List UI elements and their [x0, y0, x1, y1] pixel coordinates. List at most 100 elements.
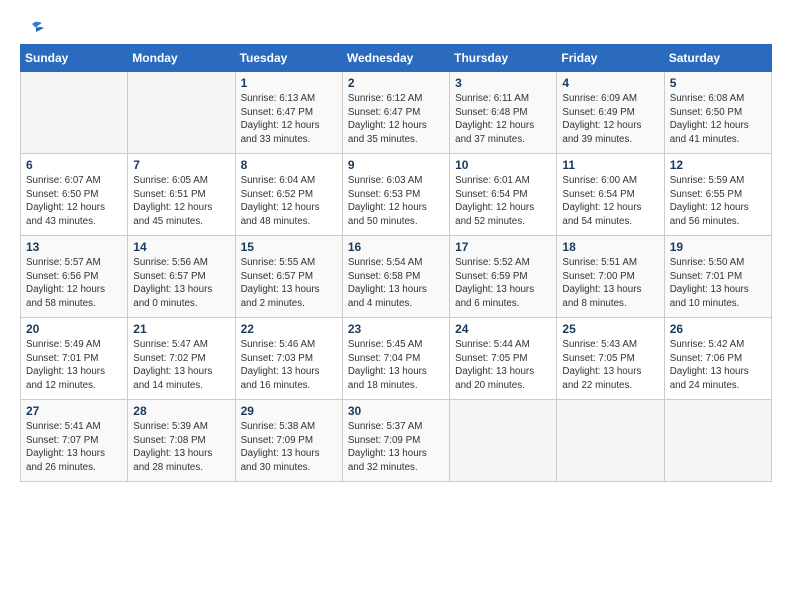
- day-info: Sunrise: 5:46 AMSunset: 7:03 PMDaylight:…: [241, 338, 337, 393]
- day-info: Sunrise: 6:09 AMSunset: 6:49 PMDaylight:…: [562, 92, 658, 147]
- calendar-cell: 27 Sunrise: 5:41 AMSunset: 7:07 PMDayligh…: [21, 400, 128, 482]
- day-info: Sunrise: 5:38 AMSunset: 7:09 PMDaylight:…: [241, 420, 337, 475]
- day-number: 8: [241, 158, 337, 172]
- calendar-cell: 2 Sunrise: 6:12 AMSunset: 6:47 PMDaylight…: [342, 72, 449, 154]
- day-number: 22: [241, 322, 337, 336]
- day-info: Sunrise: 5:43 AMSunset: 7:05 PMDaylight:…: [562, 338, 658, 393]
- calendar-cell: 15Sunrise: 5:55 AMSunset: 6:57 PMDayligh…: [235, 236, 342, 318]
- day-number: 6: [26, 158, 122, 172]
- calendar-week-5: 27 Sunrise: 5:41 AMSunset: 7:07 PMDayligh…: [21, 400, 772, 482]
- calendar-week-2: 6 Sunrise: 6:07 AMSunset: 6:50 PMDaylight…: [21, 154, 772, 236]
- calendar-cell: 19 Sunrise: 5:50 AMSunset: 7:01 PMDayligh…: [664, 236, 771, 318]
- calendar-cell: 28Sunrise: 5:39 AMSunset: 7:08 PMDayligh…: [128, 400, 235, 482]
- day-info: Sunrise: 6:00 AMSunset: 6:54 PMDaylight:…: [562, 174, 658, 229]
- day-info: Sunrise: 5:52 AMSunset: 6:59 PMDaylight:…: [455, 256, 551, 311]
- day-number: 28: [133, 404, 229, 418]
- day-number: 14: [133, 240, 229, 254]
- day-number: 12: [670, 158, 766, 172]
- day-info: Sunrise: 6:07 AMSunset: 6:50 PMDaylight:…: [26, 174, 122, 229]
- weekday-wednesday: Wednesday: [342, 45, 449, 72]
- calendar-cell: 16Sunrise: 5:54 AMSunset: 6:58 PMDayligh…: [342, 236, 449, 318]
- calendar-cell: 8Sunrise: 6:04 AMSunset: 6:52 PMDaylight…: [235, 154, 342, 236]
- weekday-friday: Friday: [557, 45, 664, 72]
- calendar-cell: 6 Sunrise: 6:07 AMSunset: 6:50 PMDaylight…: [21, 154, 128, 236]
- calendar-cell: 26 Sunrise: 5:42 AMSunset: 7:06 PMDayligh…: [664, 318, 771, 400]
- calendar-cell: 18 Sunrise: 5:51 AMSunset: 7:00 PMDayligh…: [557, 236, 664, 318]
- weekday-header-row: SundayMondayTuesdayWednesdayThursdayFrid…: [21, 45, 772, 72]
- day-number: 11: [562, 158, 658, 172]
- calendar-cell: 17 Sunrise: 5:52 AMSunset: 6:59 PMDayligh…: [450, 236, 557, 318]
- calendar-cell: 10 Sunrise: 6:01 AMSunset: 6:54 PMDayligh…: [450, 154, 557, 236]
- day-info: Sunrise: 5:56 AMSunset: 6:57 PMDaylight:…: [133, 256, 229, 311]
- day-number: 15: [241, 240, 337, 254]
- day-number: 29: [241, 404, 337, 418]
- calendar-week-3: 13Sunrise: 5:57 AMSunset: 6:56 PMDayligh…: [21, 236, 772, 318]
- calendar-cell: 12Sunrise: 5:59 AMSunset: 6:55 PMDayligh…: [664, 154, 771, 236]
- day-number: 25: [562, 322, 658, 336]
- calendar-cell: 22 Sunrise: 5:46 AMSunset: 7:03 PMDayligh…: [235, 318, 342, 400]
- day-number: 20: [26, 322, 122, 336]
- day-info: Sunrise: 5:57 AMSunset: 6:56 PMDaylight:…: [26, 256, 122, 311]
- calendar-table: SundayMondayTuesdayWednesdayThursdayFrid…: [20, 44, 772, 482]
- calendar-cell: 23 Sunrise: 5:45 AMSunset: 7:04 PMDayligh…: [342, 318, 449, 400]
- day-number: 9: [348, 158, 444, 172]
- weekday-sunday: Sunday: [21, 45, 128, 72]
- calendar-week-1: 1 Sunrise: 6:13 AMSunset: 6:47 PMDaylight…: [21, 72, 772, 154]
- day-info: Sunrise: 5:41 AMSunset: 7:07 PMDaylight:…: [26, 420, 122, 475]
- weekday-thursday: Thursday: [450, 45, 557, 72]
- day-info: Sunrise: 6:05 AMSunset: 6:51 PMDaylight:…: [133, 174, 229, 229]
- calendar-cell: [21, 72, 128, 154]
- day-info: Sunrise: 6:08 AMSunset: 6:50 PMDaylight:…: [670, 92, 766, 147]
- day-number: 1: [241, 76, 337, 90]
- day-number: 17: [455, 240, 551, 254]
- calendar-cell: 13Sunrise: 5:57 AMSunset: 6:56 PMDayligh…: [21, 236, 128, 318]
- calendar-cell: 11 Sunrise: 6:00 AMSunset: 6:54 PMDayligh…: [557, 154, 664, 236]
- day-number: 2: [348, 76, 444, 90]
- day-number: 4: [562, 76, 658, 90]
- day-number: 10: [455, 158, 551, 172]
- day-number: 27: [26, 404, 122, 418]
- day-number: 19: [670, 240, 766, 254]
- day-info: Sunrise: 6:12 AMSunset: 6:47 PMDaylight:…: [348, 92, 444, 147]
- calendar-cell: 29 Sunrise: 5:38 AMSunset: 7:09 PMDayligh…: [235, 400, 342, 482]
- day-info: Sunrise: 6:03 AMSunset: 6:53 PMDaylight:…: [348, 174, 444, 229]
- calendar-cell: 3 Sunrise: 6:11 AMSunset: 6:48 PMDaylight…: [450, 72, 557, 154]
- day-number: 24: [455, 322, 551, 336]
- day-number: 7: [133, 158, 229, 172]
- day-info: Sunrise: 5:54 AMSunset: 6:58 PMDaylight:…: [348, 256, 444, 311]
- day-number: 26: [670, 322, 766, 336]
- day-info: Sunrise: 6:13 AMSunset: 6:47 PMDaylight:…: [241, 92, 337, 147]
- calendar-cell: [128, 72, 235, 154]
- calendar-cell: 14 Sunrise: 5:56 AMSunset: 6:57 PMDayligh…: [128, 236, 235, 318]
- day-info: Sunrise: 5:37 AMSunset: 7:09 PMDaylight:…: [348, 420, 444, 475]
- header: [20, 20, 772, 34]
- day-number: 23: [348, 322, 444, 336]
- calendar-cell: [450, 400, 557, 482]
- logo: [20, 20, 44, 34]
- day-info: Sunrise: 5:44 AMSunset: 7:05 PMDaylight:…: [455, 338, 551, 393]
- calendar-cell: [664, 400, 771, 482]
- day-number: 3: [455, 76, 551, 90]
- calendar-cell: 21 Sunrise: 5:47 AMSunset: 7:02 PMDayligh…: [128, 318, 235, 400]
- day-info: Sunrise: 5:47 AMSunset: 7:02 PMDaylight:…: [133, 338, 229, 393]
- day-number: 21: [133, 322, 229, 336]
- calendar-cell: 4 Sunrise: 6:09 AMSunset: 6:49 PMDaylight…: [557, 72, 664, 154]
- page-wrapper: SundayMondayTuesdayWednesdayThursdayFrid…: [20, 20, 772, 482]
- day-info: Sunrise: 5:42 AMSunset: 7:06 PMDaylight:…: [670, 338, 766, 393]
- day-info: Sunrise: 6:01 AMSunset: 6:54 PMDaylight:…: [455, 174, 551, 229]
- calendar-cell: 25 Sunrise: 5:43 AMSunset: 7:05 PMDayligh…: [557, 318, 664, 400]
- day-info: Sunrise: 5:49 AMSunset: 7:01 PMDaylight:…: [26, 338, 122, 393]
- day-info: Sunrise: 6:11 AMSunset: 6:48 PMDaylight:…: [455, 92, 551, 147]
- calendar-cell: 1 Sunrise: 6:13 AMSunset: 6:47 PMDaylight…: [235, 72, 342, 154]
- weekday-monday: Monday: [128, 45, 235, 72]
- weekday-tuesday: Tuesday: [235, 45, 342, 72]
- day-number: 5: [670, 76, 766, 90]
- day-number: 18: [562, 240, 658, 254]
- calendar-cell: [557, 400, 664, 482]
- day-info: Sunrise: 5:50 AMSunset: 7:01 PMDaylight:…: [670, 256, 766, 311]
- weekday-saturday: Saturday: [664, 45, 771, 72]
- calendar-week-4: 20 Sunrise: 5:49 AMSunset: 7:01 PMDayligh…: [21, 318, 772, 400]
- day-info: Sunrise: 5:45 AMSunset: 7:04 PMDaylight:…: [348, 338, 444, 393]
- logo-bird-icon: [22, 20, 44, 38]
- day-info: Sunrise: 5:51 AMSunset: 7:00 PMDaylight:…: [562, 256, 658, 311]
